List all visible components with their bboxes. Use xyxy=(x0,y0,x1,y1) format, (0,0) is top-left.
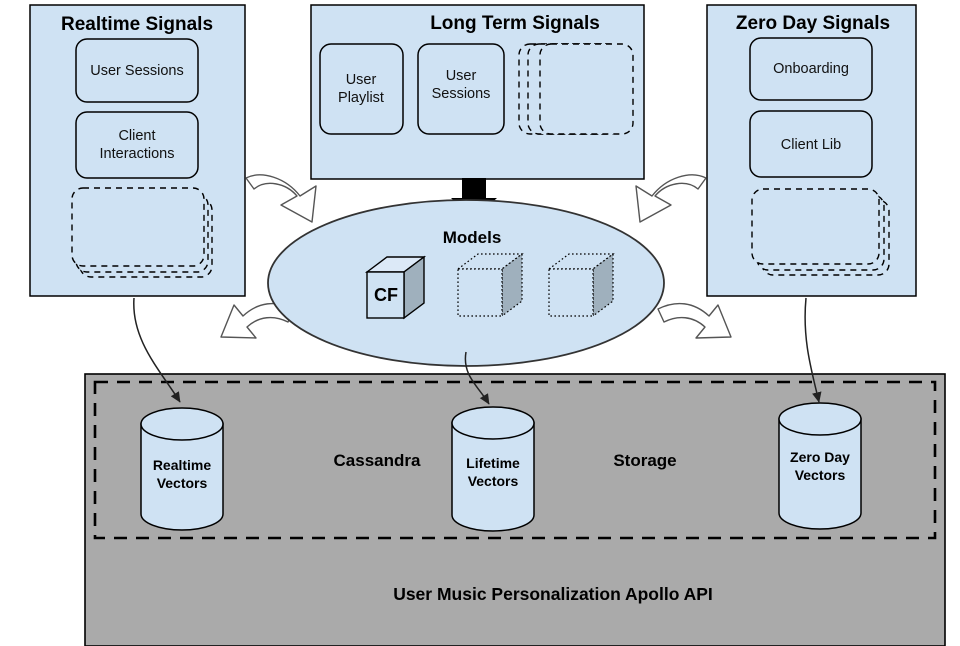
box-label-line1: Client xyxy=(118,128,155,144)
box-label: Client Lib xyxy=(781,137,841,153)
cylinder-label-line2: Vectors xyxy=(795,467,846,483)
cube-placeholder-2[interactable] xyxy=(547,252,615,318)
box-user-sessions-longterm[interactable]: User Sessions xyxy=(417,43,505,135)
panel-long-term-signals[interactable]: Long Term Signals User Playlist User Ses… xyxy=(310,4,645,180)
box-label-line2: Playlist xyxy=(338,90,384,106)
box-label-line2: Sessions xyxy=(432,86,491,102)
api-bar-label: User Music Personalization Apollo API xyxy=(393,584,713,604)
diagram-canvas: Realtime Signals User Sessions Client In… xyxy=(0,0,960,646)
panel-title-long-term: Long Term Signals xyxy=(430,13,600,34)
cylinder-label-line1: Realtime xyxy=(153,457,212,473)
cylinder-zero-day-vectors[interactable]: Zero Day Vectors xyxy=(778,402,862,530)
block-arrow-models-to-zeroday xyxy=(657,302,732,339)
box-label: User Sessions xyxy=(90,63,183,79)
architecture-diagram: Realtime Signals User Sessions Client In… xyxy=(29,4,946,646)
block-arrow-realtime-to-models xyxy=(245,174,317,223)
block-arrow-zeroday-to-models xyxy=(635,174,707,223)
cylinder-lifetime-vectors[interactable]: Lifetime Vectors xyxy=(451,406,535,532)
storage-label-cassandra: Cassandra xyxy=(334,451,421,470)
panel-zero-day-signals[interactable]: Zero Day Signals Onboarding Client Lib xyxy=(706,4,917,297)
box-label-line1: User xyxy=(346,72,377,88)
cube-label-cf: CF xyxy=(374,285,398,305)
panel-title-zero-day: Zero Day Signals xyxy=(736,13,890,34)
panel-realtime-signals[interactable]: Realtime Signals User Sessions Client In… xyxy=(29,4,246,297)
box-dashed-stack-longterm[interactable] xyxy=(518,43,634,135)
cube-cf[interactable]: CF xyxy=(364,255,427,320)
storage-label-storage: Storage xyxy=(613,451,676,470)
models-title: Models xyxy=(443,228,502,247)
box-label: Onboarding xyxy=(773,61,849,77)
box-user-sessions-realtime[interactable]: User Sessions xyxy=(75,38,199,103)
cube-placeholder-1[interactable] xyxy=(456,252,524,318)
models-ellipse[interactable]: Models CF xyxy=(267,199,665,367)
box-onboarding[interactable]: Onboarding xyxy=(749,37,873,101)
cylinder-label-line1: Lifetime xyxy=(466,455,520,471)
panel-title-realtime: Realtime Signals xyxy=(61,14,213,35)
box-user-playlist[interactable]: User Playlist xyxy=(319,43,404,135)
box-dashed-stack-realtime[interactable] xyxy=(71,187,213,278)
box-client-lib[interactable]: Client Lib xyxy=(749,110,873,178)
cylinder-label-line1: Zero Day xyxy=(790,449,850,465)
box-dashed-stack-zeroday[interactable] xyxy=(751,188,890,276)
cylinder-label-line2: Vectors xyxy=(468,473,519,489)
box-label-line1: User xyxy=(446,68,477,84)
box-label-line2: Interactions xyxy=(100,146,175,162)
cylinder-label-line2: Vectors xyxy=(157,475,208,491)
box-client-interactions[interactable]: Client Interactions xyxy=(75,111,199,179)
cylinder-realtime-vectors[interactable]: Realtime Vectors xyxy=(140,407,224,531)
